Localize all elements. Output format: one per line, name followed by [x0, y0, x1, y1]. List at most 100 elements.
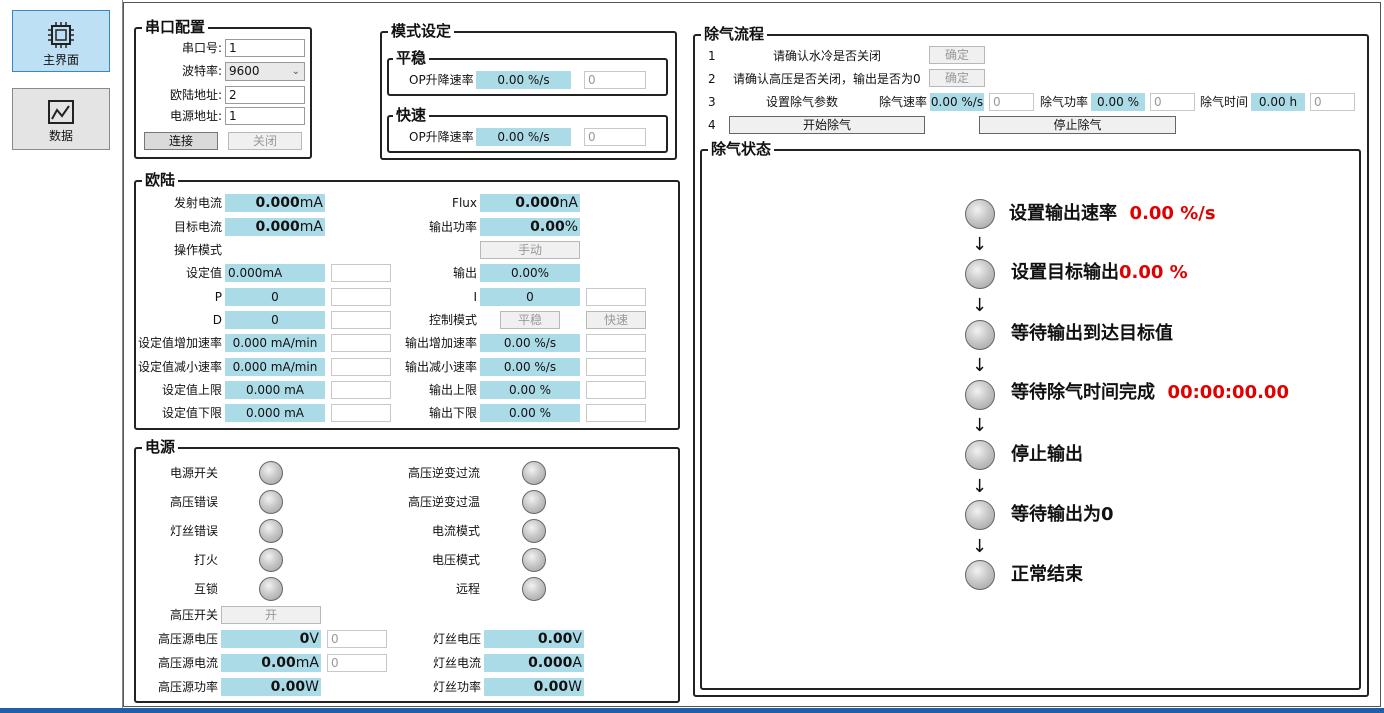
output-dec-rate-value: 0.00 %/s — [480, 358, 580, 376]
i-input[interactable] — [586, 288, 646, 306]
chart-icon — [48, 100, 74, 124]
status-step: 正常结束 — [1011, 564, 1083, 585]
p-label: P — [214, 290, 222, 304]
degas-rate-input[interactable]: 0 — [989, 93, 1034, 111]
step-number: 1 — [708, 49, 716, 63]
psu-address-input[interactable]: 1 — [225, 107, 305, 125]
step-number: 3 — [708, 95, 716, 109]
flux-label: Flux — [452, 196, 477, 210]
degas-status-title: 除气状态 — [708, 140, 775, 158]
manual-button[interactable]: 手动 — [480, 241, 580, 259]
degas-power-input[interactable]: 0 — [1150, 93, 1195, 111]
nav-main-button[interactable]: 主界面 — [12, 10, 110, 72]
output-lower-input[interactable] — [586, 404, 646, 422]
confirm-hv-button[interactable]: 确定 — [929, 69, 985, 87]
led-label: 电流模式 — [431, 524, 480, 538]
arrow-down-icon: ↓ — [972, 355, 988, 376]
nav-data-button[interactable]: 数据 — [12, 88, 110, 150]
setpoint-input[interactable] — [331, 264, 391, 282]
setpoint-lower-label: 设定值下限 — [161, 406, 222, 420]
setpoint-lower-input[interactable] — [331, 404, 391, 422]
filament-voltage-label: 灯丝电压 — [432, 632, 481, 646]
set-degas-params-label: 设置除气参数 — [766, 95, 839, 109]
degas-time-input[interactable]: 0 — [1310, 93, 1355, 111]
fast-op-rate-input[interactable]: 0 — [584, 128, 646, 146]
d-label: D — [212, 313, 222, 327]
led-label: 互锁 — [193, 582, 218, 596]
control-fast-button[interactable]: 快速 — [586, 311, 646, 329]
start-degas-button[interactable]: 开始除气 — [729, 116, 925, 134]
sidebar: 主界面 数据 — [0, 0, 123, 713]
hv-overcurrent-led-icon — [522, 461, 546, 485]
output-inc-rate-label: 输出增加速率 — [404, 336, 477, 350]
setpoint-value: 0.000mA — [225, 264, 325, 282]
status-led-icon — [965, 440, 995, 470]
hv-switch-label: 高压开关 — [169, 608, 218, 622]
current-mode-led-icon — [522, 519, 546, 543]
status-step: 等待输出到达目标值 — [1011, 323, 1173, 344]
status-led-icon — [965, 320, 995, 350]
mode-setting-title: 模式设定 — [388, 22, 455, 40]
taskbar-edge — [0, 708, 1384, 713]
setpoint-inc-rate-input[interactable] — [331, 334, 391, 352]
control-mode-label: 控制模式 — [428, 313, 477, 327]
hv-switch-button[interactable]: 开 — [221, 606, 321, 624]
hv-current-input[interactable]: 0 — [327, 654, 387, 672]
arrow-down-icon: ↓ — [972, 536, 988, 557]
d-input[interactable] — [331, 311, 391, 329]
step-number: 2 — [708, 72, 716, 86]
status-step: 设置输出速率 0.00 %/s — [1009, 203, 1216, 224]
connect-button[interactable]: 连接 — [144, 132, 218, 150]
output-power-label: 输出功率 — [428, 220, 477, 234]
arc-led-icon — [259, 548, 283, 572]
close-button[interactable]: 关闭 — [228, 132, 302, 150]
target-current-value: 0.000mA — [225, 218, 325, 236]
status-led-icon — [965, 259, 995, 289]
oulu-address-label: 欧陆地址: — [169, 88, 222, 102]
chip-icon — [48, 22, 74, 48]
hv-voltage-value: 0V — [221, 630, 321, 648]
flux-value: 0.000nA — [480, 194, 580, 212]
status-led-icon — [965, 199, 995, 229]
degas-rate-label: 除气速率 — [879, 95, 928, 109]
filament-current-label: 灯丝电流 — [432, 656, 481, 670]
control-steady-button[interactable]: 平稳 — [500, 311, 560, 329]
led-label: 打火 — [193, 553, 218, 567]
setpoint-dec-rate-label: 设定值减小速率 — [137, 360, 222, 374]
stop-degas-button[interactable]: 停止除气 — [979, 116, 1176, 134]
setpoint-label: 设定值 — [185, 266, 222, 280]
steady-op-rate-value: 0.00 %/s — [476, 71, 571, 89]
output-inc-rate-input[interactable] — [586, 334, 646, 352]
confirm-water-button[interactable]: 确定 — [929, 46, 985, 64]
degas-power-label: 除气功率 — [1040, 95, 1089, 109]
output-dec-rate-input[interactable] — [586, 358, 646, 376]
led-label: 灯丝错误 — [169, 524, 218, 538]
degas-rate-value: 0.00 %/s — [930, 93, 984, 111]
steady-op-rate-input[interactable]: 0 — [584, 71, 646, 89]
status-led-icon — [965, 500, 995, 530]
status-step: 设置目标输出0.00 % — [1011, 262, 1188, 283]
setpoint-upper-input[interactable] — [331, 381, 391, 399]
fast-title: 快速 — [393, 106, 430, 124]
arrow-down-icon: ↓ — [972, 415, 988, 436]
p-input[interactable] — [331, 288, 391, 306]
chevron-down-icon: ⌄ — [291, 66, 300, 77]
hv-error-led-icon — [259, 490, 283, 514]
degas-status-group: 除气状态 — [700, 140, 1361, 690]
output-value: 0.00% — [480, 264, 580, 282]
hv-voltage-input[interactable]: 0 — [327, 630, 387, 648]
baud-select[interactable]: 9600 ⌄ — [225, 62, 305, 81]
output-label: 输出 — [452, 266, 477, 280]
status-step: 停止输出 — [1011, 444, 1083, 465]
degas-power-value: 0.00 % — [1091, 93, 1145, 111]
oulu-address-input[interactable]: 2 — [225, 86, 305, 104]
port-input[interactable]: 1 — [225, 39, 305, 57]
status-step: 等待输出为0 — [1011, 504, 1114, 525]
confirm-water-label: 请确认水冷是否关闭 — [773, 49, 882, 63]
output-upper-input[interactable] — [586, 381, 646, 399]
filament-power-label: 灯丝功率 — [432, 680, 481, 694]
hv-current-label: 高压源电流 — [157, 656, 218, 670]
psu-address-label: 电源地址: — [169, 109, 222, 123]
filament-power-value: 0.00W — [484, 678, 584, 696]
setpoint-dec-rate-input[interactable] — [331, 358, 391, 376]
